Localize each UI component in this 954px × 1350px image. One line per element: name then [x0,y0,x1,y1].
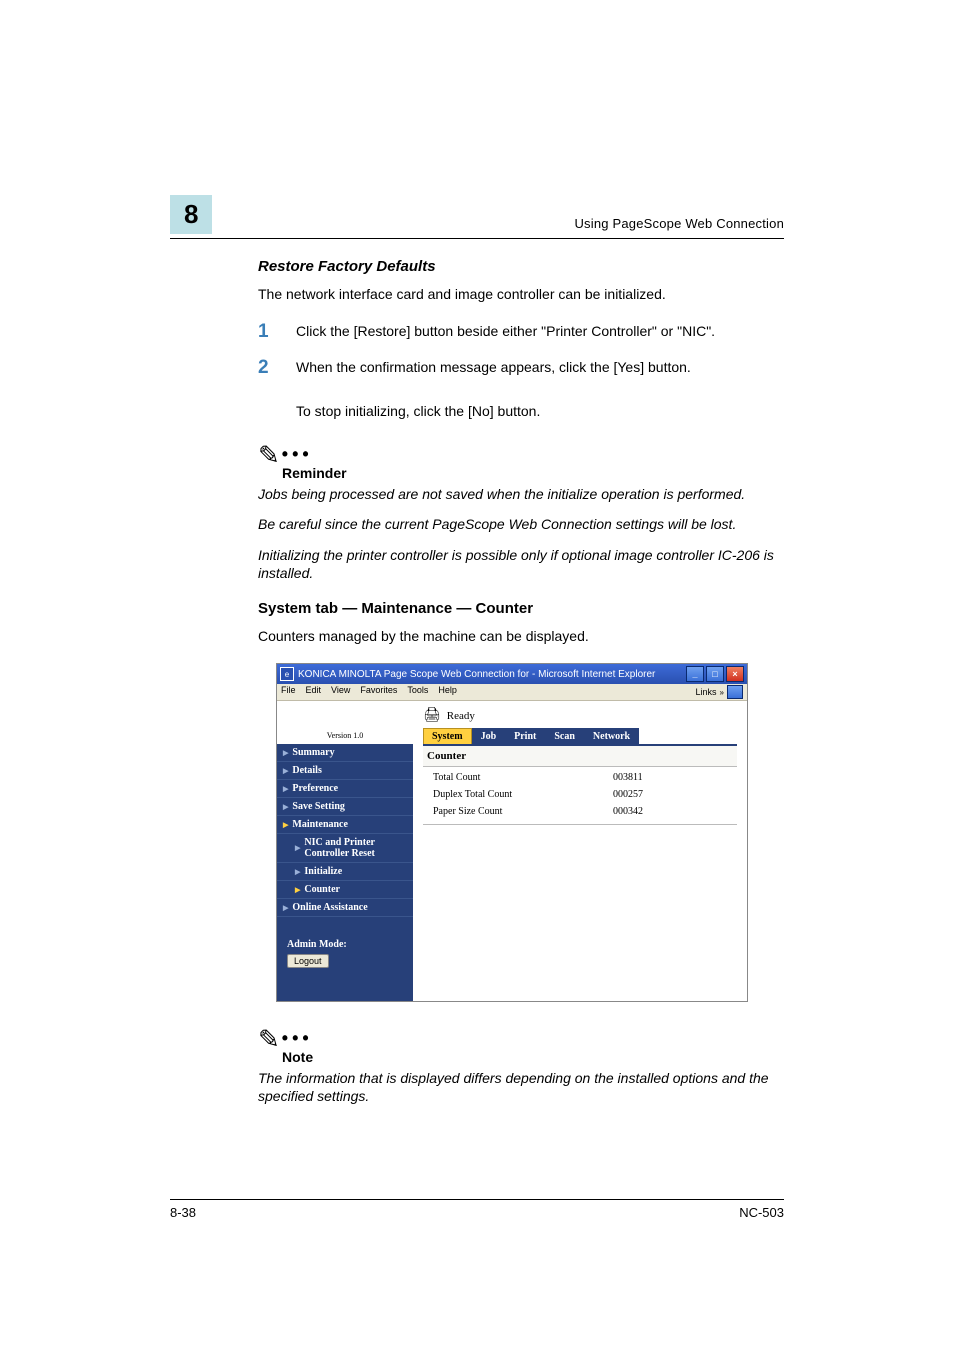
restore-intro: The network interface card and image con… [258,285,784,303]
main-panel: 🖨 Ready System Job Print Scan Network Co… [413,701,747,1001]
step-text: When the confirmation message appears, c… [296,357,784,422]
model-number: NC-503 [739,1205,784,1220]
menu-favorites[interactable]: Favorites [360,685,397,699]
menu-edit[interactable]: Edit [306,685,322,699]
counter-label: Paper Size Count [433,806,613,817]
reminder-p3: Initializing the printer controller is p… [258,546,784,582]
status-text: Ready [447,710,475,722]
logout-button[interactable]: Logout [287,954,329,968]
version-label: Version 1.0 [277,731,413,744]
triangle-icon: ▶ [295,886,300,894]
sidebar-item-counter[interactable]: ▶Counter [277,881,413,899]
links-toolbar[interactable]: Links» [696,685,743,699]
sidebar-item-nic-reset[interactable]: ▶NIC and Printer Controller Reset [277,834,413,863]
pencil-icon: ✎ [258,1026,280,1052]
sidebar-item-maintenance[interactable]: ▶Maintenance [277,816,413,834]
section-title-restore: Restore Factory Defaults [258,258,784,275]
tab-scan[interactable]: Scan [545,728,584,744]
chapter-number: 8 [170,195,212,234]
maximize-button[interactable]: □ [706,666,724,682]
counter-table: Total Count 003811 Duplex Total Count 00… [413,767,747,822]
menu-tools[interactable]: Tools [407,685,428,699]
tab-print[interactable]: Print [505,728,545,744]
counter-value: 000342 [613,806,643,817]
sidebar-item-initialize[interactable]: ▶Initialize [277,863,413,881]
tab-system[interactable]: System [423,728,472,744]
printer-icon: 🖨 [423,707,441,724]
sidebar-item-save-setting[interactable]: ▶Save Setting [277,798,413,816]
section-title-counter: System tab — Maintenance — Counter [258,600,784,617]
menu-bar: File Edit View Favorites Tools Help Link… [277,684,747,701]
title-bar: e KONICA MINOLTA Page Scope Web Connecti… [277,664,747,684]
table-row: Total Count 003811 [433,769,727,786]
triangle-icon: ▶ [283,803,288,811]
menu-view[interactable]: View [331,685,350,699]
reminder-p1: Jobs being processed are not saved when … [258,485,784,503]
panel-title: Counter [423,746,737,767]
status-bar: 🖨 Ready [413,701,747,728]
triangle-icon: ▶ [283,749,288,757]
close-button[interactable]: × [726,666,744,682]
sidebar: Version 1.0 ▶Summary ▶Details ▶Preferenc… [277,701,413,1001]
brand-logo: Version 1.0 [277,701,413,744]
table-row: Paper Size Count 000342 [433,803,727,820]
note-block: ✎••• Note The information that is displa… [258,1020,784,1105]
tab-job[interactable]: Job [472,728,506,744]
triangle-icon: ▶ [283,767,288,775]
sidebar-item-details[interactable]: ▶Details [277,762,413,780]
note-p1: The information that is displayed differ… [258,1069,784,1105]
browser-window: e KONICA MINOLTA Page Scope Web Connecti… [276,663,748,1002]
triangle-icon: ▶ [295,844,300,852]
admin-mode-block: Admin Mode: Logout [277,917,413,978]
step-1: 1 Click the [Restore] button beside eith… [258,321,784,343]
ie-icon: e [280,667,294,681]
admin-mode-label: Admin Mode: [287,939,403,950]
minimize-button[interactable]: _ [686,666,704,682]
counter-label: Total Count [433,772,613,783]
ellipsis-icon: ••• [282,444,313,465]
counter-label: Duplex Total Count [433,789,613,800]
header-rule [170,238,784,239]
sidebar-item-summary[interactable]: ▶Summary [277,744,413,762]
menu-file[interactable]: File [281,685,296,699]
note-label: Note [282,1049,784,1065]
reminder-label: Reminder [282,465,784,481]
sidebar-item-online-assistance[interactable]: ▶Online Assistance [277,899,413,917]
reminder-block: ✎••• Reminder Jobs being processed are n… [258,436,784,582]
table-row: Duplex Total Count 000257 [433,786,727,803]
menu-help[interactable]: Help [438,685,457,699]
ellipsis-icon: ••• [282,1028,313,1049]
chevron-right-icon: » [720,688,724,697]
page-number: 8-38 [170,1205,196,1220]
triangle-icon: ▶ [283,904,288,912]
sidebar-item-preference[interactable]: ▶Preference [277,780,413,798]
pencil-icon: ✎ [258,442,280,468]
window-title: KONICA MINOLTA Page Scope Web Connection… [298,669,684,680]
tab-strip: System Job Print Scan Network [413,728,747,744]
triangle-icon: ▶ [283,821,288,829]
step-number: 1 [258,321,296,343]
counter-value: 000257 [613,789,643,800]
running-header: Using PageScope Web Connection [574,216,784,231]
triangle-icon: ▶ [283,785,288,793]
reminder-p2: Be careful since the current PageScope W… [258,515,784,533]
step-text: Click the [Restore] button beside either… [296,321,784,343]
footer-rule [170,1199,784,1200]
counter-value: 003811 [613,772,643,783]
counter-intro: Counters managed by the machine can be d… [258,627,784,645]
step-2: 2 When the confirmation message appears,… [258,357,784,422]
ie-throbber-icon [727,685,743,699]
triangle-icon: ▶ [295,868,300,876]
tab-network[interactable]: Network [584,728,639,744]
step-number: 2 [258,357,296,379]
